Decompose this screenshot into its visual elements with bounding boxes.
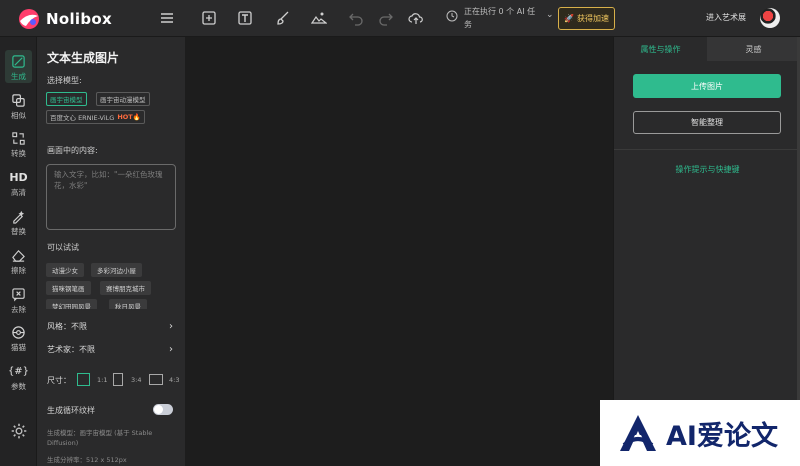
generate-icon [12, 55, 25, 68]
hd-icon: HD [9, 171, 28, 184]
rail-label-erase: 擦除 [11, 266, 26, 275]
tab-properties[interactable]: 属性与操作 [614, 37, 707, 61]
chevron-right-icon: › [169, 344, 173, 355]
try-tag[interactable]: 动漫少女 [46, 263, 84, 277]
try-tag[interactable]: 梦幻田园风景 [46, 299, 97, 309]
try-tag[interactable]: 赛博朋克城市 [100, 281, 151, 295]
chevron-right-icon: › [169, 321, 173, 332]
gear-icon [11, 423, 26, 439]
prompt-input[interactable]: 输入文字，比如："一朵红色玫瑰花，水彩" [46, 164, 176, 230]
smart-arrange-button[interactable]: 智能整理 [633, 111, 781, 134]
redo-icon[interactable] [377, 9, 395, 27]
rail-label-params: 参数 [11, 382, 26, 391]
replace-icon [13, 210, 25, 224]
chevron-down-icon: ⌄ [546, 10, 554, 20]
undo-icon[interactable] [347, 9, 365, 27]
menu-icon[interactable] [158, 9, 176, 27]
model-option-universe[interactable]: 画宇宙模型 [46, 92, 87, 106]
shortcuts-link[interactable]: 操作提示与快捷键 [614, 164, 800, 175]
try-tag[interactable]: 秋日风景 [109, 299, 147, 309]
artist-label: 艺术家：不限 [47, 345, 95, 354]
generate-panel: 文本生成图片 选择模型: 画宇宙模型 画宇宙动漫模型 百度文心 ERNIE-Vi… [37, 37, 185, 466]
try-tag[interactable]: 多彩河边小屋 [91, 263, 142, 277]
cat-icon [12, 326, 25, 339]
ratio-1-1-option[interactable] [77, 373, 90, 386]
rocket-icon: 🚀 [564, 14, 574, 23]
model-option-ernie-label: 百度文心 ERNIE-ViLG [50, 114, 115, 122]
loop-texture-toggle[interactable] [153, 404, 173, 415]
model-label: 选择模型: [47, 76, 82, 85]
params-icon: {#} [7, 366, 30, 377]
rail-label-convert: 转换 [11, 149, 26, 158]
top-bar: Nolibox 正在执行 0 个 AI 任务 ⌄ 🚀 获得加速 进入艺术展 [0, 0, 800, 37]
rail-item-erase[interactable]: 擦除 [0, 248, 37, 276]
convert-icon [12, 132, 25, 145]
nolibox-logo-icon [19, 9, 39, 29]
hot-badge: HOT🔥 [117, 113, 141, 121]
drawing-canvas[interactable] [185, 37, 613, 466]
rail-label-remove: 去除 [11, 305, 26, 314]
panel-tabs: 属性与操作 灵感 [614, 37, 800, 61]
style-label: 风格：不限 [47, 322, 87, 331]
image-icon[interactable] [310, 9, 328, 27]
rail-label-cat: 猫猫 [11, 343, 26, 352]
get-speedup-label: 获得加速 [576, 14, 609, 23]
rail-item-convert[interactable]: 转换 [0, 131, 37, 159]
tool-rail: 生成 相似 转换 HD 高清 替换 擦除 去除 猫猫 {#} 参数 [0, 37, 37, 466]
rail-item-params[interactable]: {#} 参数 [0, 364, 37, 392]
rail-label-generate: 生成 [11, 72, 26, 81]
rail-item-remove[interactable]: 去除 [0, 287, 37, 315]
get-speedup-button[interactable]: 🚀 获得加速 [558, 7, 615, 30]
cloud-upload-icon[interactable] [407, 9, 425, 27]
brush-icon[interactable] [274, 9, 292, 27]
upload-image-button[interactable]: 上传图片 [633, 74, 781, 98]
rail-label-replace: 替换 [11, 227, 26, 236]
app-logo[interactable]: Nolibox [18, 8, 112, 30]
panel-title: 文本生成图片 [47, 51, 120, 65]
settings-button[interactable] [0, 422, 37, 440]
ratio-3-4-option[interactable] [113, 373, 123, 386]
divider [614, 149, 800, 150]
rail-item-generate[interactable]: 生成 [0, 54, 37, 82]
similar-icon [12, 94, 25, 107]
loop-texture-label: 生成循环纹样 [47, 406, 95, 415]
content-label: 画面中的内容: [47, 146, 98, 155]
rail-item-cat[interactable]: 猫猫 [0, 325, 37, 353]
rail-label-similar: 相似 [11, 111, 26, 120]
rail-label-hd: 高清 [11, 188, 26, 197]
ai-logo-icon [620, 415, 656, 451]
ratio-3-4-label: 3:4 [131, 376, 142, 384]
ratio-4-3-option[interactable] [149, 374, 163, 385]
avatar[interactable] [760, 8, 780, 28]
ratio-1-1-label: 1:1 [97, 376, 108, 384]
resolution-note: 生成分辨率：512 x 512px [47, 456, 127, 464]
enter-gallery-link[interactable]: 进入艺术展 [706, 12, 746, 23]
style-selector[interactable]: 风格：不限 › [47, 321, 173, 332]
task-status-text: 正在执行 0 个 AI 任务 [464, 7, 536, 29]
try-tags-overflow: 梦幻田园风景 秋日风景 [37, 299, 185, 309]
ratio-4-3-label: 4:3 [169, 376, 180, 384]
erase-icon [12, 249, 25, 262]
tab-inspiration[interactable]: 灵感 [707, 37, 800, 61]
model-option-ernie[interactable]: 百度文心 ERNIE-ViLG HOT🔥 [46, 110, 145, 124]
text-icon[interactable] [236, 9, 254, 27]
prompt-placeholder: 输入文字，比如："一朵红色玫瑰花，水彩" [54, 170, 163, 190]
remove-icon [12, 288, 25, 302]
artist-selector[interactable]: 艺术家：不限 › [47, 344, 173, 355]
clock-icon [446, 10, 458, 22]
try-tag[interactable]: 猫咪钢笔画 [46, 281, 91, 295]
rail-item-replace[interactable]: 替换 [0, 209, 37, 237]
add-frame-icon[interactable] [200, 9, 218, 27]
size-selector: 尺寸： 1:1 3:4 4:3 [47, 373, 183, 387]
size-label: 尺寸： [47, 376, 71, 385]
task-status[interactable]: 正在执行 0 个 AI 任务 ⌄ [446, 5, 554, 31]
watermark-text: AI爱论文 [666, 420, 778, 452]
watermark: AI爱论文 [600, 400, 800, 466]
app-name: Nolibox [46, 10, 112, 28]
model-note: 生成模型：画宇宙模型 (基于 Stable Diffusion) [47, 429, 153, 447]
rail-item-hd[interactable]: HD 高清 [0, 170, 37, 198]
try-label: 可以试试 [47, 243, 79, 252]
rail-item-similar[interactable]: 相似 [0, 93, 37, 121]
model-option-anime[interactable]: 画宇宙动漫模型 [96, 92, 150, 106]
